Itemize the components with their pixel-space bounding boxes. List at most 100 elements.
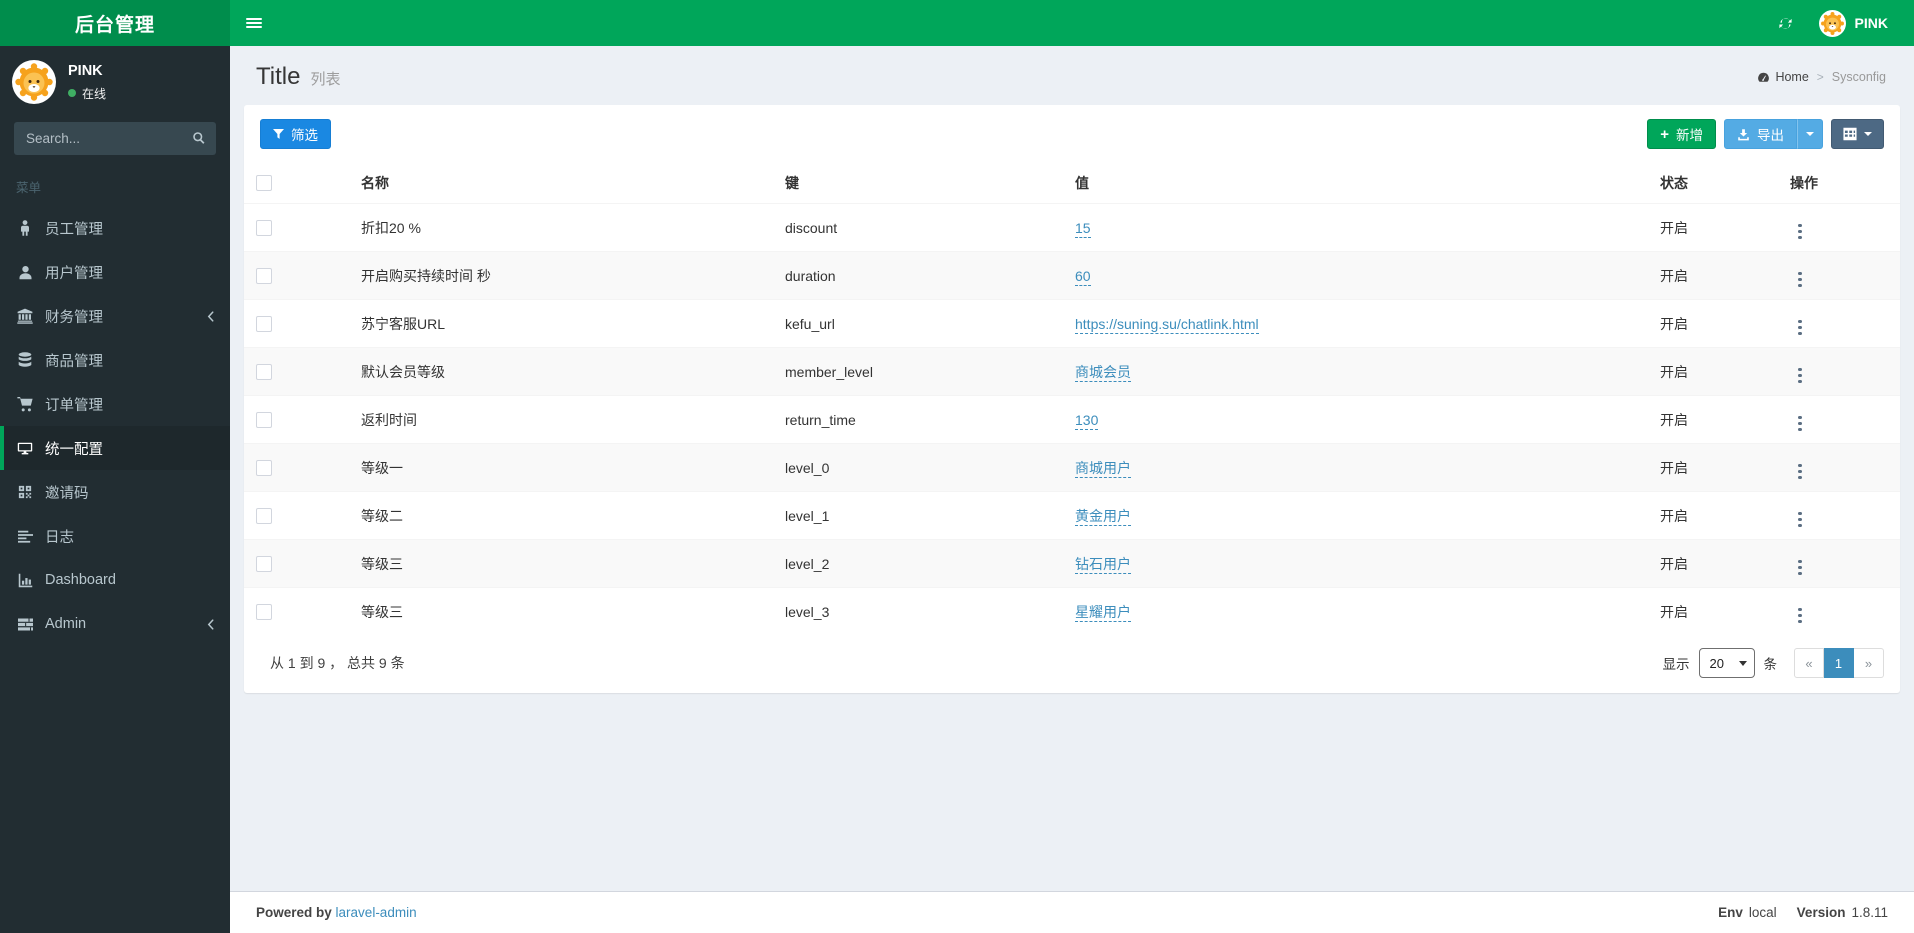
- plus-icon: +: [1660, 125, 1669, 143]
- export-dropdown-toggle[interactable]: [1797, 119, 1823, 149]
- ellipsis-v-icon[interactable]: [1790, 318, 1810, 338]
- sidebar-item-dashboard[interactable]: Dashboard: [0, 558, 230, 602]
- editable-value-link[interactable]: 黄金用户: [1075, 507, 1131, 526]
- column-selector-button[interactable]: [1831, 119, 1884, 149]
- cell-name: 等级三: [353, 587, 777, 635]
- row-checkbox[interactable]: [256, 507, 272, 524]
- row-checkbox[interactable]: [256, 603, 272, 620]
- row-checkbox[interactable]: [256, 555, 272, 572]
- cell-name: 开启购买持续时间 秒: [353, 251, 777, 300]
- cell-status: 开启: [1652, 251, 1782, 300]
- row-checkbox[interactable]: [256, 363, 272, 380]
- editable-value-link[interactable]: https://suning.su/chatlink.html: [1075, 315, 1259, 334]
- navbar-right: PINK: [1762, 0, 1914, 46]
- main-content: Title 列表 Home > Sysconfig 筛选 + 新增 导出 名称 …: [230, 46, 1914, 933]
- sidebar-item-admin[interactable]: Admin: [0, 602, 230, 646]
- table-row: 返利时间 return_time 130 开启: [244, 395, 1900, 444]
- sidebar-item-employees[interactable]: 员工管理: [0, 206, 230, 250]
- ellipsis-v-icon[interactable]: [1790, 558, 1810, 578]
- row-checkbox[interactable]: [256, 411, 272, 428]
- editable-value-link[interactable]: 钻石用户: [1075, 555, 1131, 574]
- male-icon: [16, 220, 34, 236]
- cell-key: kefu_url: [777, 299, 1067, 348]
- cell-name: 等级一: [353, 443, 777, 492]
- hamburger-icon: [246, 16, 262, 30]
- app-logo[interactable]: 后台管理: [0, 0, 230, 46]
- search-input[interactable]: [14, 122, 216, 155]
- cell-name: 等级三: [353, 539, 777, 588]
- caret-down-icon: [1806, 132, 1814, 136]
- row-checkbox[interactable]: [256, 459, 272, 476]
- user-avatar: [12, 60, 56, 104]
- editable-value-link[interactable]: 商城会员: [1075, 363, 1131, 382]
- navbar-body: PINK: [230, 0, 1914, 46]
- table-body: 折扣20 % discount 15 开启 开启购买持续时间 秒 duratio…: [244, 203, 1900, 635]
- editable-value-link[interactable]: 130: [1075, 411, 1099, 430]
- laravel-admin-link[interactable]: laravel-admin: [336, 905, 417, 920]
- app-logo-text: 后台管理: [74, 14, 155, 36]
- row-checkbox[interactable]: [256, 219, 272, 236]
- cell-name: 苏宁客服URL: [353, 299, 777, 348]
- user-status: 在线: [68, 85, 106, 102]
- export-button[interactable]: 导出: [1724, 119, 1797, 149]
- sidebar-item-logs[interactable]: 日志: [0, 514, 230, 558]
- select-all-checkbox[interactable]: [256, 175, 272, 191]
- pagination-prev-button[interactable]: «: [1794, 648, 1824, 678]
- align-left-icon: [16, 529, 34, 544]
- sidebar: PINK 在线 菜单 员工管理: [0, 46, 230, 933]
- cell-status: 开启: [1652, 539, 1782, 588]
- sidebar-item-goods[interactable]: 商品管理: [0, 338, 230, 382]
- add-button[interactable]: + 新增: [1647, 119, 1716, 149]
- breadcrumb-home-link[interactable]: Home: [1757, 70, 1809, 84]
- cell-key: return_time: [777, 395, 1067, 444]
- ellipsis-v-icon[interactable]: [1790, 270, 1810, 290]
- refresh-icon: [1778, 16, 1793, 31]
- editable-value-link[interactable]: 60: [1075, 267, 1091, 286]
- pagination-page-1-button[interactable]: 1: [1824, 648, 1854, 678]
- user-menu[interactable]: PINK: [1809, 0, 1914, 46]
- table-row: 折扣20 % discount 15 开启: [244, 203, 1900, 252]
- editable-value-link[interactable]: 星耀用户: [1075, 603, 1131, 622]
- funnel-icon: [273, 128, 284, 140]
- table-row: 开启购买持续时间 秒 duration 60 开启: [244, 251, 1900, 300]
- grid-box: 筛选 + 新增 导出 名称 键 值 状态 操作 折扣20 % discount …: [244, 105, 1900, 693]
- menu-section-label: 菜单: [16, 181, 42, 195]
- sidebar-item-finance[interactable]: 财务管理: [0, 294, 230, 338]
- content-header: Title 列表 Home > Sysconfig: [230, 46, 1914, 105]
- table-row: 苏宁客服URL kefu_url https://suning.su/chatl…: [244, 299, 1900, 348]
- cell-key: level_2: [777, 539, 1067, 588]
- chevron-left-icon: [207, 618, 214, 630]
- cell-status: 开启: [1652, 395, 1782, 444]
- ellipsis-v-icon[interactable]: [1790, 510, 1810, 530]
- sidebar-user-panel: PINK 在线: [0, 46, 230, 114]
- editable-value-link[interactable]: 15: [1075, 219, 1091, 238]
- per-page-select[interactable]: 20: [1698, 648, 1755, 678]
- cell-name: 默认会员等级: [353, 347, 777, 396]
- pagination-next-button[interactable]: »: [1854, 648, 1884, 678]
- navbar-username: PINK: [1854, 15, 1888, 31]
- cell-key: level_1: [777, 491, 1067, 540]
- cell-key: member_level: [777, 347, 1067, 396]
- sidebar-toggle-button[interactable]: [230, 0, 278, 46]
- sidebar-item-orders[interactable]: 订单管理: [0, 382, 230, 426]
- ellipsis-v-icon[interactable]: [1790, 414, 1810, 434]
- row-checkbox[interactable]: [256, 267, 272, 284]
- sidebar-item-invite-code[interactable]: 邀请码: [0, 470, 230, 514]
- editable-value-link[interactable]: 商城用户: [1075, 459, 1131, 478]
- user-status-label: 在线: [82, 86, 107, 101]
- ellipsis-v-icon[interactable]: [1790, 366, 1810, 386]
- breadcrumb-separator: >: [1816, 70, 1824, 84]
- ellipsis-v-icon[interactable]: [1790, 462, 1810, 482]
- page-title: Title: [256, 63, 301, 90]
- ellipsis-v-icon[interactable]: [1790, 222, 1810, 242]
- sidebar-item-users[interactable]: 用户管理: [0, 250, 230, 294]
- download-icon: [1737, 128, 1750, 141]
- filter-button[interactable]: 筛选: [260, 119, 331, 149]
- ellipsis-v-icon[interactable]: [1790, 606, 1810, 626]
- sidebar-item-sysconfig[interactable]: 统一配置: [0, 426, 230, 470]
- refresh-button[interactable]: [1762, 0, 1809, 46]
- search-icon[interactable]: [192, 131, 206, 145]
- table-grid-icon: [1843, 127, 1857, 141]
- row-checkbox[interactable]: [256, 315, 272, 332]
- table-row: 等级三 level_3 星耀用户 开启: [244, 587, 1900, 635]
